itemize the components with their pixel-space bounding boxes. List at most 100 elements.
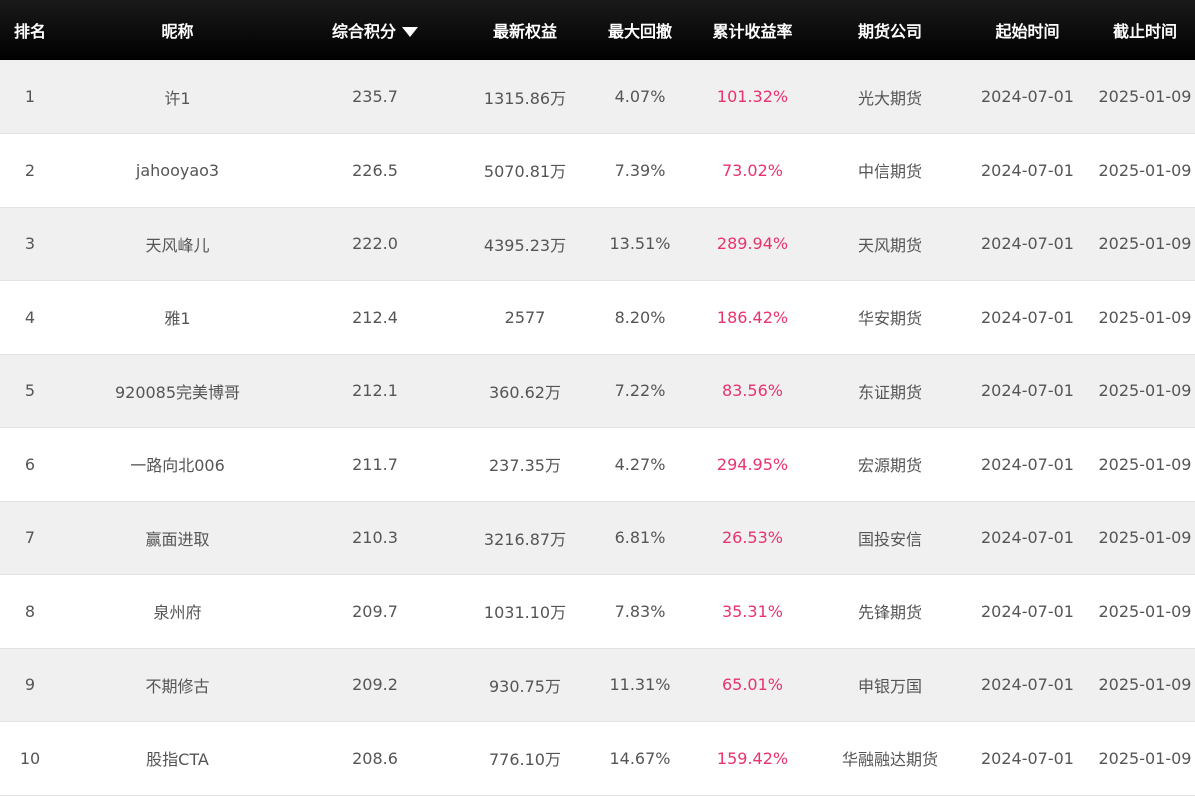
header-company[interactable]: 期货公司 (820, 0, 960, 60)
rank-cell: 10 (19, 748, 41, 768)
nickname-cell[interactable]: 一路向北006 (60, 428, 295, 502)
drawdown-cell: 7.39% (614, 160, 666, 180)
end-date-cell: 2025-01-09 (1098, 87, 1192, 106)
score-cell: 212.4 (352, 307, 398, 327)
table-header: 排名 昵称 综合积分 最新权益 最大回撤 累计收益率 期货公司 起始时间 截止时… (0, 0, 1195, 60)
drawdown-cell: 14.67% (609, 748, 671, 768)
table-body: 1 许1 235.7 1315.86万 4.07% 101.32% 光大期货 2024-07-… (0, 60, 1195, 795)
table-row[interactable]: 8 泉州府 209.7 1031.10万 7.83% 35.31% 先锋期货 2024-07-… (0, 574, 1195, 649)
nickname-cell[interactable]: 天风峰儿 (60, 207, 295, 281)
company-cell: 国投安信 (857, 529, 922, 549)
header-return[interactable]: 累计收益率 (685, 0, 820, 60)
rank-cell: 7 (24, 528, 36, 548)
company-cell: 光大期货 (857, 88, 922, 108)
end-date-cell: 2025-01-09 (1098, 381, 1192, 401)
rank-cell: 9 (24, 675, 36, 695)
nickname-cell[interactable]: 920085完美博哥 (60, 354, 295, 428)
end-date-cell: 2025-01-09 (1098, 675, 1192, 695)
header-row: 排名 昵称 综合积分 最新权益 最大回撤 累计收益率 期货公司 起始时间 截止时… (0, 0, 1195, 60)
return-cell: 294.95% (716, 454, 789, 474)
start-date-cell: 2024-07-01 (981, 307, 1074, 327)
rank-cell: 8 (24, 601, 36, 621)
nickname-cell[interactable]: 许1 (60, 60, 295, 134)
equity-cell: 2577 (504, 307, 546, 327)
nickname-cell[interactable]: jahooyao3 (60, 134, 295, 208)
rank-cell: 2 (24, 160, 36, 180)
header-equity[interactable]: 最新权益 (455, 0, 595, 60)
drawdown-cell: 8.20% (614, 307, 666, 327)
start-date-cell: 2024-07-01 (981, 454, 1074, 474)
table-row[interactable]: 7 赢面进取 210.3 3216.87万 6.81% 26.53% 国投安信 2024-07… (0, 501, 1195, 575)
start-date-cell: 2024-07-01 (981, 234, 1074, 254)
return-cell: 35.31% (721, 601, 783, 621)
score-cell: 226.5 (352, 160, 398, 180)
end-date-cell: 2025-01-09 (1098, 601, 1192, 621)
equity-cell: 3216.87万 (483, 529, 567, 549)
table-row[interactable]: 1 许1 235.7 1315.86万 4.07% 101.32% 光大期货 2024-07-… (0, 60, 1195, 134)
return-cell: 73.02% (721, 160, 783, 180)
equity-cell: 1315.86万 (483, 88, 567, 108)
return-cell: 289.94% (716, 234, 789, 254)
end-date-cell: 2025-01-09 (1098, 454, 1192, 474)
start-date-cell: 2024-07-01 (981, 87, 1074, 106)
rank-cell: 1 (24, 87, 36, 106)
equity-cell: 360.62万 (489, 382, 561, 402)
table-row[interactable]: 10 股指CTA 208.6 776.10万 14.67% 159.42% 华融融达期货 20… (0, 721, 1195, 796)
company-cell: 华安期货 (857, 309, 922, 329)
table-row[interactable]: 6 一路向北006 211.7 237.35万 4.27% 294.95% 宏源期货 2024… (0, 427, 1195, 502)
start-date-cell: 2024-07-01 (981, 528, 1074, 548)
table-row[interactable]: 3 天风峰儿 222.0 4395.23万 13.51% 289.94% 天风期货 2024-… (0, 207, 1195, 281)
score-cell: 210.3 (352, 528, 398, 548)
company-cell: 宏源期货 (857, 456, 922, 476)
return-cell: 186.42% (716, 307, 789, 327)
start-date-cell: 2024-07-01 (981, 160, 1074, 180)
score-cell: 209.2 (352, 675, 398, 695)
rank-cell: 3 (24, 234, 36, 254)
company-cell: 天风期货 (857, 235, 922, 255)
score-cell: 208.6 (352, 748, 398, 768)
return-cell: 101.32% (716, 87, 789, 106)
drawdown-cell: 4.27% (614, 454, 666, 474)
nickname-cell[interactable]: 泉州府 (60, 575, 295, 649)
start-date-cell: 2024-07-01 (981, 601, 1074, 621)
ranking-table: 排名 昵称 综合积分 最新权益 最大回撤 累计收益率 期货公司 起始时间 截止时… (0, 0, 1195, 796)
table-row[interactable]: 2 jahooyao3 226.5 5070.81万 7.39% 73.02% 中信期货 20… (0, 133, 1195, 208)
return-cell: 159.42% (716, 748, 789, 768)
company-cell: 中信期货 (857, 162, 922, 182)
nickname-cell[interactable]: 股指CTA (60, 722, 295, 796)
nickname-cell[interactable]: 赢面进取 (60, 501, 295, 575)
rank-cell: 5 (24, 381, 36, 401)
table-row[interactable]: 4 雅1 212.4 2577 8.20% 186.42% 华安期货 2024-07-01 20… (0, 280, 1195, 355)
drawdown-cell: 6.81% (614, 528, 666, 548)
table-row[interactable]: 5 920085完美博哥 212.1 360.62万 7.22% 83.56% 东证期货 20… (0, 354, 1195, 428)
company-cell: 先锋期货 (857, 603, 922, 623)
start-date-cell: 2024-07-01 (981, 675, 1074, 695)
header-nickname[interactable]: 昵称 (60, 0, 295, 60)
return-cell: 26.53% (721, 528, 783, 548)
header-score[interactable]: 综合积分 (295, 0, 455, 60)
end-date-cell: 2025-01-09 (1098, 528, 1192, 548)
header-drawdown[interactable]: 最大回撤 (595, 0, 685, 60)
return-cell: 83.56% (721, 381, 783, 401)
header-rank[interactable]: 排名 (0, 0, 60, 60)
sort-down-icon[interactable] (402, 26, 418, 37)
header-start[interactable]: 起始时间 (960, 0, 1095, 60)
nickname-cell[interactable]: 不期修古 (60, 648, 295, 722)
end-date-cell: 2025-01-09 (1098, 234, 1192, 254)
header-end[interactable]: 截止时间 (1095, 0, 1195, 60)
equity-cell: 4395.23万 (483, 235, 567, 255)
rank-cell: 4 (24, 307, 36, 327)
score-cell: 211.7 (352, 454, 398, 474)
drawdown-cell: 11.31% (609, 675, 671, 695)
drawdown-cell: 4.07% (614, 87, 666, 106)
nickname-cell[interactable]: 雅1 (60, 281, 295, 355)
return-cell: 65.01% (721, 675, 783, 695)
company-cell: 东证期货 (857, 382, 922, 402)
start-date-cell: 2024-07-01 (981, 381, 1074, 401)
start-date-cell: 2024-07-01 (981, 748, 1074, 768)
drawdown-cell: 7.83% (614, 601, 666, 621)
table-row[interactable]: 9 不期修古 209.2 930.75万 11.31% 65.01% 申银万国 2024-07… (0, 648, 1195, 722)
end-date-cell: 2025-01-09 (1098, 748, 1192, 768)
score-cell: 212.1 (352, 381, 398, 401)
end-date-cell: 2025-01-09 (1098, 307, 1192, 327)
